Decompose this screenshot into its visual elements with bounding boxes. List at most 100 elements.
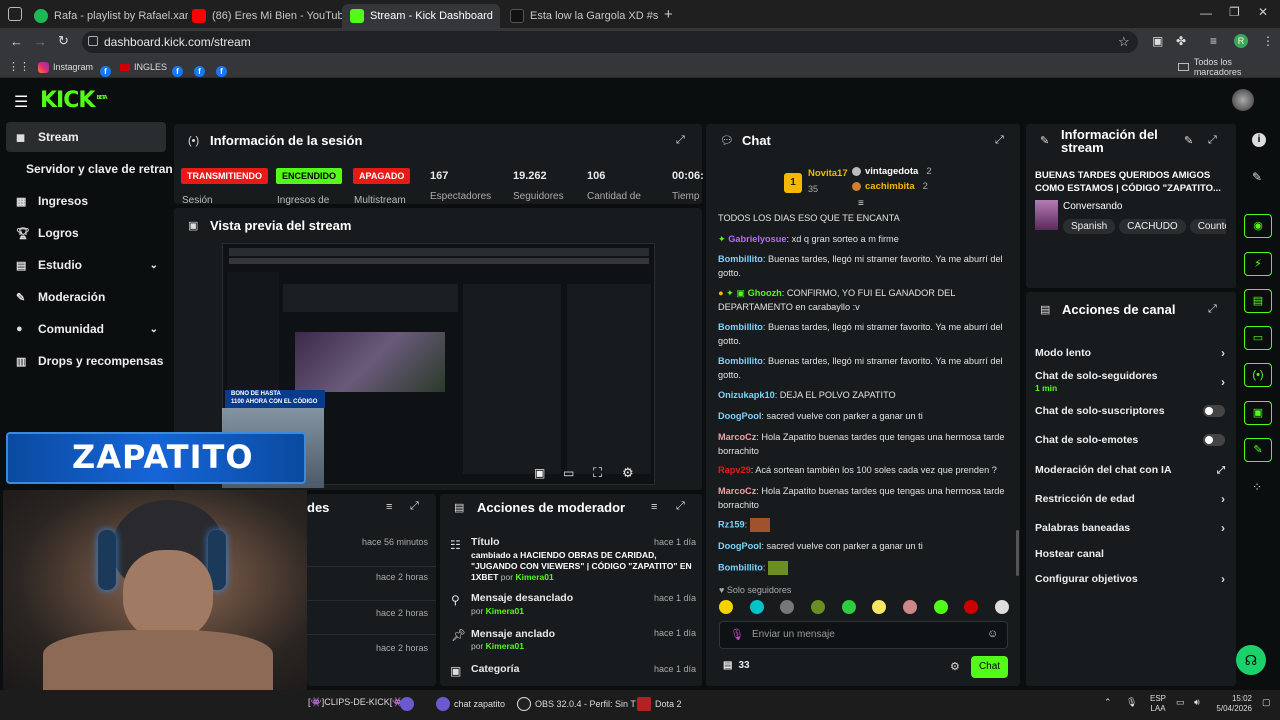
- chat-message[interactable]: ● ✦ ▣ Ghoozh: CONFIRMO, YO FUI EL GANADO…: [718, 287, 1008, 314]
- chat-message[interactable]: Rapv29: Acá sortean también los 100 sole…: [718, 464, 1008, 478]
- extension-icon[interactable]: ▣: [1152, 34, 1163, 48]
- theater-icon[interactable]: ▭: [563, 466, 574, 480]
- slow-mode-option[interactable]: Modo lento ›: [1035, 345, 1225, 361]
- banned-words-option[interactable]: Palabras baneadas ›: [1035, 520, 1225, 536]
- tab-spotify[interactable]: Rafa - playlist by Rafael.xared |✕: [26, 4, 188, 28]
- sidebar-item-estudio[interactable]: ▤ Estudio ⌄: [6, 250, 166, 280]
- chat-message[interactable]: Bombillito: Buenas tardes, llegó mi stra…: [718, 321, 1008, 348]
- emote-icon[interactable]: [780, 600, 795, 614]
- send-chat-button[interactable]: Chat: [971, 656, 1008, 678]
- apps-icon[interactable]: ⋮⋮: [8, 60, 30, 73]
- forward-icon[interactable]: →: [34, 34, 47, 49]
- sidebar-item-stream[interactable]: ◼ Stream: [6, 122, 166, 152]
- emote-icon[interactable]: [749, 600, 764, 614]
- tab-search-icon[interactable]: [8, 7, 22, 21]
- configure-goals-option[interactable]: Configurar objetivos ›: [1035, 571, 1225, 587]
- language-indicator[interactable]: ESP LAA: [1150, 694, 1166, 714]
- chat-message[interactable]: TODOS LOS DIAS ESO QUE TE ENCANTA: [718, 212, 1008, 226]
- emotes-only-toggle[interactable]: [1203, 434, 1225, 446]
- media-icon[interactable]: ≡: [1210, 34, 1217, 48]
- pencil-icon[interactable]: ✎: [1252, 170, 1262, 184]
- share-icon[interactable]: ⁘: [1252, 480, 1262, 494]
- mic-tray-icon[interactable]: 🎙︎: [1126, 697, 1137, 708]
- followers-only-option[interactable]: Chat de solo-seguidores 1 min ›: [1035, 370, 1225, 394]
- chat-message[interactable]: ✦ Gabrielyosue: xd q gran sorteo a m fir…: [718, 233, 1008, 247]
- support-button[interactable]: ☊: [1236, 645, 1266, 675]
- taskbar-item-dota[interactable]: Dota 2: [637, 697, 682, 711]
- tray-chevron-icon[interactable]: ⌃: [1104, 697, 1112, 708]
- layout-button[interactable]: ▣: [1244, 401, 1272, 425]
- facebook-icon[interactable]: f: [216, 61, 227, 79]
- chat-message[interactable]: Bombillito:: [718, 561, 1008, 575]
- maximize-button[interactable]: ❐: [1229, 5, 1240, 19]
- emote-icon[interactable]: [902, 600, 917, 614]
- chat-message[interactable]: Bombillito: Buenas tardes, llegó mi stra…: [718, 355, 1008, 382]
- tag[interactable]: Spanish: [1063, 219, 1116, 234]
- tab-tiktok[interactable]: Esta low la Gargola XD #sma✕: [502, 4, 658, 28]
- chat-bubble-button[interactable]: ▭: [1244, 326, 1272, 350]
- emote-icon[interactable]: [810, 600, 825, 614]
- facebook-icon[interactable]: f: [172, 61, 183, 79]
- points-display[interactable]: ▤ 33: [723, 660, 750, 671]
- emoji-icon[interactable]: ☺: [987, 628, 998, 640]
- emote-icon[interactable]: [719, 600, 733, 614]
- emote-icon[interactable]: [994, 600, 1009, 614]
- popout-icon[interactable]: ⤢: [1208, 303, 1217, 316]
- filter-icon[interactable]: ≡: [651, 501, 657, 513]
- clipboard-button[interactable]: ▤: [1244, 289, 1272, 313]
- filter-icon[interactable]: ≡: [386, 501, 392, 513]
- host-channel-option[interactable]: Hostear canal: [1035, 546, 1225, 562]
- chat-message[interactable]: DoogPool: sacred vuelve con parker a gan…: [718, 410, 1008, 424]
- tab-youtube[interactable]: (86) Eres Mi Bien - YouTube✕: [184, 4, 342, 28]
- user-avatar[interactable]: [1232, 89, 1254, 111]
- clock[interactable]: 15:02 5/04/2026: [1212, 694, 1252, 714]
- taskbar-item-chat[interactable]: chat zapatito: [436, 697, 505, 711]
- edit-icon[interactable]: ✎: [1184, 134, 1193, 147]
- tag[interactable]: CounterS: [1189, 219, 1226, 234]
- tag[interactable]: CACHUDO: [1119, 219, 1186, 234]
- notifications-icon[interactable]: ▢: [1262, 697, 1271, 708]
- sidebar-item-ingresos[interactable]: ▦ Ingresos: [6, 186, 166, 216]
- sidebar-item-drops[interactable]: ▥ Drops y recompensas: [6, 346, 166, 376]
- lightning-button[interactable]: ⚡︎: [1244, 252, 1272, 276]
- popout-icon[interactable]: ⤢: [995, 134, 1004, 147]
- subscribers-only-option[interactable]: Chat de solo-suscriptores: [1035, 403, 1225, 419]
- network-icon[interactable]: ▭: [1176, 697, 1185, 708]
- ai-moderation-option[interactable]: Moderación del chat con IA ⤢: [1035, 462, 1225, 478]
- profile-avatar[interactable]: R: [1234, 34, 1248, 48]
- taskbar-item-obs[interactable]: OBS 32.0.4 - Perfil: Sin T: [517, 697, 636, 711]
- age-restriction-option[interactable]: Restricción de edad ›: [1035, 491, 1225, 507]
- site-info-icon[interactable]: [88, 36, 98, 46]
- star-icon[interactable]: ☆: [1118, 34, 1130, 50]
- wrench-button[interactable]: ✎: [1244, 438, 1272, 462]
- chat-message[interactable]: DoogPool: sacred vuelve con parker a gan…: [718, 540, 1008, 554]
- sidebar-item-comunidad[interactable]: ● Comunidad ⌄: [6, 314, 166, 344]
- taskbar-item-kick[interactable]: [400, 697, 418, 711]
- emote-icon[interactable]: [872, 600, 887, 614]
- popout-icon[interactable]: ⤢: [1208, 134, 1217, 147]
- popout-icon[interactable]: ⤢: [676, 134, 685, 147]
- popout-icon[interactable]: ⤢: [676, 500, 685, 513]
- chat-message[interactable]: Onizukapk10: DEJA EL POLVO ZAPATITO: [718, 389, 1008, 403]
- all-bookmarks[interactable]: Todos los marcadores: [1178, 57, 1280, 77]
- bookmark-instagram[interactable]: Instagram: [38, 59, 93, 75]
- fullscreen-icon[interactable]: ⛶: [593, 465, 602, 481]
- popout-icon[interactable]: ⤢: [410, 500, 419, 513]
- emote-icon[interactable]: [841, 600, 856, 614]
- hamburger-icon[interactable]: ☰: [14, 92, 28, 112]
- sidebar-item-server-key[interactable]: Servidor y clave de retransmisión: [16, 154, 172, 184]
- puzzle-icon[interactable]: ✤: [1176, 34, 1186, 48]
- back-icon[interactable]: ←: [10, 34, 23, 49]
- taskbar-item-clips[interactable]: [👾]CLIPS-DE-KICK[👾]: [308, 697, 406, 708]
- emote-icon[interactable]: [933, 600, 948, 614]
- reload-icon[interactable]: ↻: [58, 33, 69, 49]
- close-window-button[interactable]: ✕: [1258, 5, 1268, 19]
- layout-icon[interactable]: ▣: [534, 466, 545, 480]
- gear-icon[interactable]: ⚙: [622, 465, 634, 481]
- url-field[interactable]: dashboard.kick.com/stream: [82, 31, 1138, 53]
- camera-button[interactable]: ◉: [1244, 214, 1272, 238]
- chat-message[interactable]: MarcoCz: Hola Zapatito buenas tardes que…: [718, 485, 1008, 512]
- new-tab-button[interactable]: +: [664, 6, 673, 23]
- microphone-icon[interactable]: 🎙︎: [730, 628, 744, 641]
- volume-icon[interactable]: 🔊︎: [1194, 697, 1200, 708]
